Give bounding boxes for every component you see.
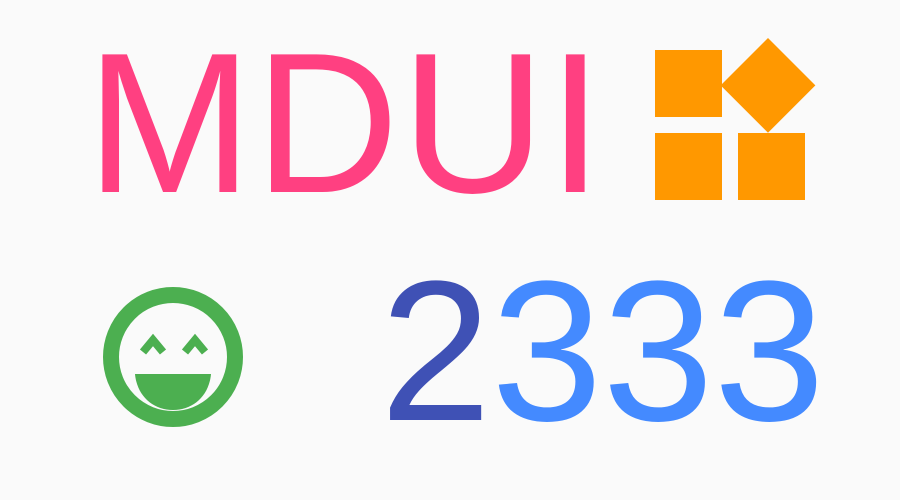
number-display: 2333 [380,252,825,452]
logo-square-bottom-right [738,133,805,200]
number-remaining-digits: 333 [491,240,825,463]
right-eye [181,333,209,355]
logo-square-top-left [655,50,722,117]
logo-diamond [720,38,816,133]
smiley-face-icon [103,287,243,427]
logo-square-bottom-left [655,133,722,200]
left-eye [139,333,167,355]
brand-title: MDUI [86,12,606,235]
number-first-digit: 2 [380,240,492,463]
mdui-logo-icon [655,38,816,200]
